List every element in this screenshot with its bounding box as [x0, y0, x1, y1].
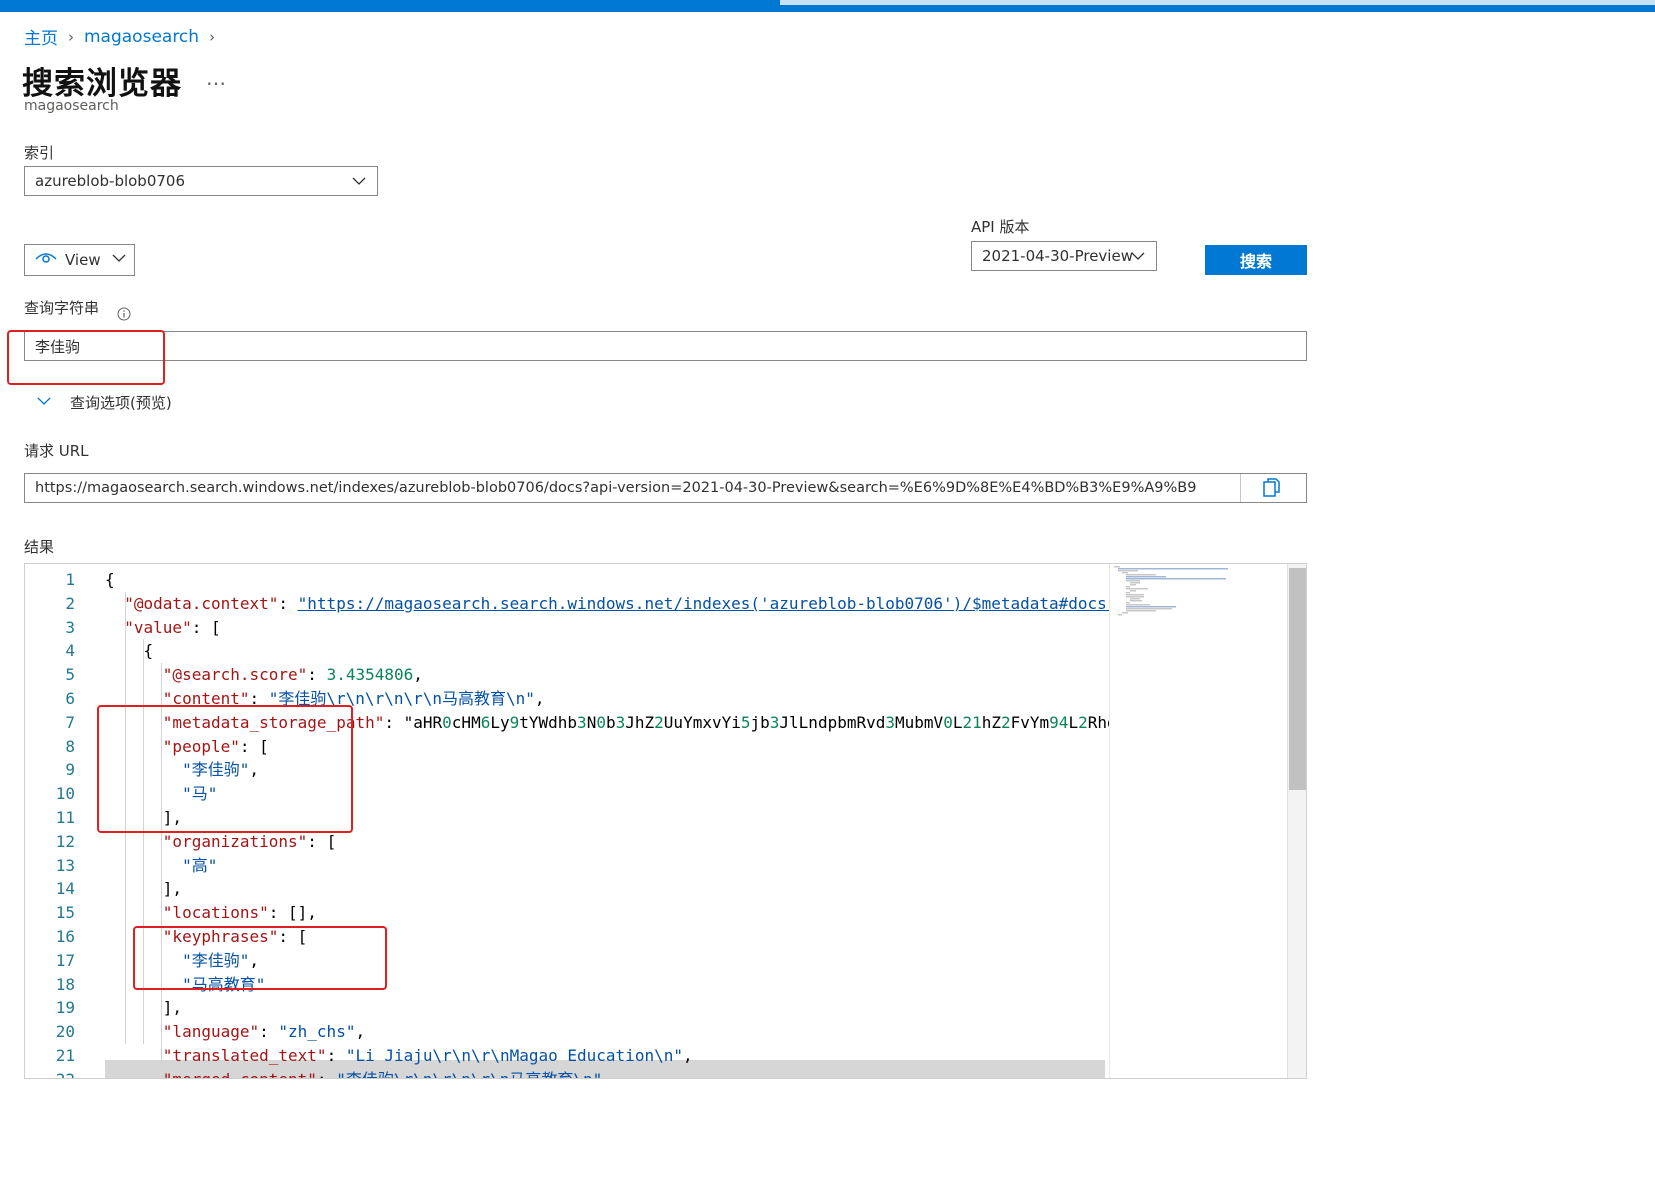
code-line: "content": "李佳驹\r\n\r\n\r\n马高教育\n",	[162, 689, 545, 708]
chevron-right-icon: ›	[68, 27, 74, 46]
code-line: "马高教育"	[182, 974, 266, 994]
api-version-label: API 版本	[971, 218, 1030, 236]
line-number: 19	[55, 998, 75, 1018]
more-options-button[interactable]: …	[206, 66, 226, 90]
breadcrumb-home[interactable]: 主页	[24, 24, 58, 49]
index-label: 索引	[24, 144, 55, 162]
code-line: "value": [	[124, 617, 221, 637]
code-line: "@odata.context": "https://magaosearch.s…	[124, 593, 1155, 613]
query-options-toggle[interactable]: 查询选项(预览)	[36, 392, 172, 413]
code-line: "马"	[182, 784, 218, 804]
code-area: { "@odata.context": "https://magaosearch…	[105, 564, 1195, 1078]
breadcrumb-service[interactable]: magaosearch	[84, 27, 199, 47]
line-number: 21	[55, 1046, 75, 1065]
query-options-label: 查询选项(预览)	[70, 394, 172, 412]
code-line: "organizations": [	[162, 831, 337, 851]
scrollbar-thumb[interactable]	[1289, 568, 1306, 790]
request-url-label: 请求 URL	[24, 442, 89, 460]
code-line: {	[105, 641, 154, 661]
line-number: 5	[65, 665, 75, 685]
view-button[interactable]: View	[24, 244, 135, 276]
code-line: "@search.score": 3.4354806,	[162, 665, 423, 685]
code-line: "李佳驹",	[182, 950, 259, 970]
line-number: 2	[65, 593, 75, 613]
results-label: 结果	[24, 538, 55, 556]
url-separator	[1240, 474, 1241, 502]
line-number: 3	[65, 617, 75, 637]
line-number: 6	[65, 689, 75, 708]
code-line: {	[105, 570, 115, 589]
line-number: 20	[55, 1022, 75, 1042]
search-button[interactable]: 搜索	[1205, 245, 1307, 275]
code-line: "keyphrases": [	[162, 927, 308, 946]
query-string-input[interactable]	[24, 331, 1307, 361]
code-line: "metadata_storage_path": "aHR0cHM6Ly9tYW…	[162, 712, 1165, 732]
line-number: 16	[55, 927, 75, 946]
chevron-right-icon: ›	[209, 27, 216, 46]
line-number: 7	[65, 712, 75, 732]
code-line: "people": [	[162, 736, 269, 756]
top-banner-progress	[780, 0, 1655, 5]
code-line: "locations": [],	[162, 903, 317, 923]
code-line: ],	[105, 998, 183, 1018]
page-title: 搜索浏览器	[22, 66, 182, 102]
index-select-value: azureblob-blob0706	[35, 172, 185, 190]
chevron-down-icon	[1130, 248, 1146, 268]
line-number-gutter: 12345678910111213141516171819202122	[25, 564, 105, 1078]
line-number: 4	[65, 641, 75, 661]
line-number: 17	[55, 950, 75, 970]
query-string-label: 查询字符串	[24, 299, 100, 317]
breadcrumb: 主页 › magaosearch ›	[24, 24, 225, 50]
api-version-value: 2021-04-30-Preview	[982, 247, 1133, 265]
request-url-value: https://magaosearch.search.windows.net/i…	[35, 480, 1197, 496]
info-icon[interactable]	[117, 306, 131, 325]
line-number: 8	[65, 736, 75, 756]
line-number: 13	[55, 855, 75, 875]
code-line: "translated_text": "Li Jiaju\r\n\r\nMaga…	[162, 1046, 693, 1065]
code-line: ],	[105, 879, 183, 899]
line-number: 14	[55, 879, 75, 899]
line-number: 11	[55, 808, 75, 827]
line-number: 22	[25, 1068, 75, 1078]
line-number: 1	[65, 570, 75, 589]
line-number: 10	[55, 784, 75, 804]
code-line: "language": "zh_chs",	[162, 1022, 366, 1042]
results-editor[interactable]: 12345678910111213141516171819202122 { "@…	[24, 563, 1307, 1079]
line-number: 15	[55, 903, 75, 923]
index-select[interactable]: azureblob-blob0706	[24, 166, 378, 196]
view-button-label: View	[65, 251, 101, 269]
code-line: "高"	[182, 855, 218, 875]
page-subtitle: magaosearch	[24, 98, 119, 114]
api-version-select[interactable]: 2021-04-30-Preview	[971, 241, 1157, 271]
chevron-down-icon	[36, 393, 52, 413]
chevron-down-icon	[351, 173, 367, 193]
minimap[interactable]	[1109, 564, 1236, 1078]
copy-icon[interactable]	[1262, 477, 1282, 503]
line-number: 18	[55, 974, 75, 994]
chevron-down-icon	[111, 250, 127, 270]
request-url-field[interactable]: https://magaosearch.search.windows.net/i…	[24, 473, 1307, 503]
code-line: ],	[105, 808, 183, 827]
code-line: "merged_content": "李佳驹\r\n\r\n\r\n马高教育\n…	[105, 1068, 603, 1078]
line-number: 9	[65, 760, 75, 780]
eye-icon	[35, 251, 57, 269]
code-line: "李佳驹",	[182, 760, 259, 780]
line-number: 12	[55, 831, 75, 851]
